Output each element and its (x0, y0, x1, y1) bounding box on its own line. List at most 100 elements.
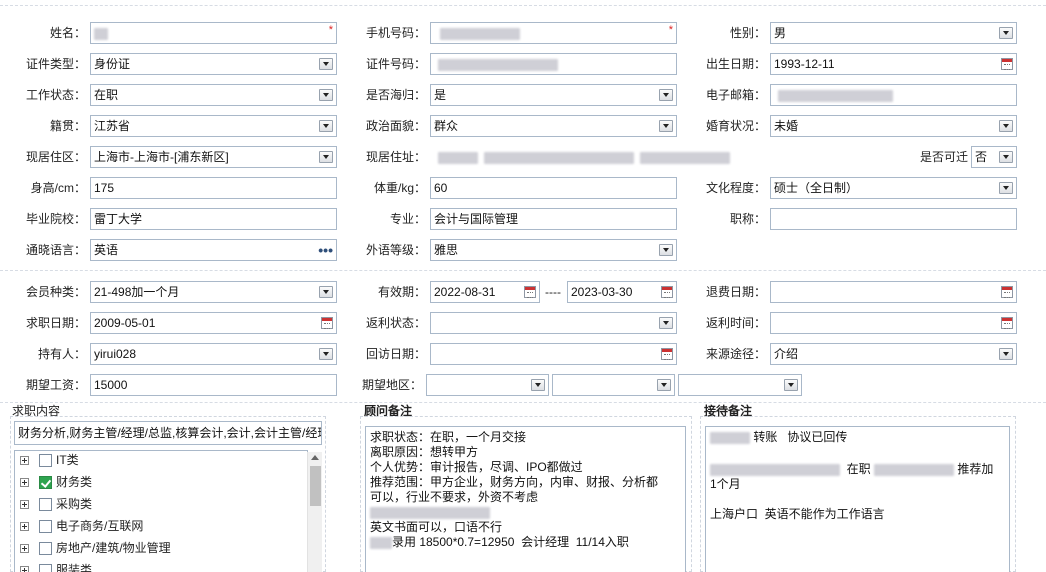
tree-item-clothing[interactable]: 服装类 (20, 561, 92, 572)
scroll-thumb[interactable] (310, 466, 321, 506)
chevron-down-icon[interactable] (999, 182, 1013, 194)
tree-item-purchase[interactable]: 采购类 (20, 495, 92, 513)
holder-label: 持有人： (37, 347, 86, 361)
reception-note-line: 转账 (753, 430, 778, 444)
chevron-down-icon[interactable] (659, 317, 673, 329)
work-status-select[interactable]: 在职 (90, 84, 337, 106)
calendar-icon[interactable] (661, 348, 673, 360)
education-select[interactable]: 硕士（全日制） (770, 177, 1017, 199)
chevron-down-icon[interactable] (319, 89, 333, 101)
scroll-up-icon[interactable] (311, 455, 319, 460)
source-select[interactable]: 介绍 (770, 343, 1017, 365)
major-field[interactable]: 会计与国际管理 (430, 208, 677, 230)
chevron-down-icon[interactable] (784, 379, 798, 391)
region-city-select[interactable] (552, 374, 675, 396)
tree-item-realestate[interactable]: 房地产/建筑/物业管理 (20, 539, 171, 557)
job-content-summary[interactable]: 财务分析,财务主管/经理/总监,核算会计,会计,会计主管/经理 (14, 421, 322, 445)
overseas-select[interactable]: 是 (430, 84, 677, 106)
height-field[interactable]: 175 (90, 177, 337, 199)
expand-icon[interactable] (20, 522, 29, 532)
chevron-down-icon[interactable] (999, 27, 1013, 39)
checkbox[interactable] (39, 520, 52, 534)
language-field[interactable]: 英语 ••• (90, 239, 337, 261)
calendar-icon[interactable] (1001, 286, 1013, 298)
valid-to-field[interactable]: 2023-03-30 (567, 281, 677, 303)
tree-item-label: 房地产/建筑/物业管理 (56, 541, 171, 555)
calendar-icon[interactable] (321, 317, 333, 329)
expand-icon[interactable] (20, 478, 29, 488)
chevron-down-icon[interactable] (999, 151, 1013, 163)
marital-select[interactable]: 未婚 (770, 115, 1017, 137)
expand-icon[interactable] (20, 566, 29, 572)
tree-item-it[interactable]: IT类 (20, 451, 79, 469)
job-date-field[interactable]: 2009-05-01 (90, 312, 337, 334)
email-field[interactable] (770, 84, 1017, 106)
work-status-value: 在职 (94, 88, 119, 102)
area-select[interactable]: 上海市-上海市-[浦东新区] (90, 146, 337, 168)
school-field[interactable]: 雷丁大学 (90, 208, 337, 230)
chevron-down-icon[interactable] (659, 244, 673, 256)
advisor-notes-textarea[interactable]: 求职状态：在职，一个月交接 离职原因：想转甲方 个人优势：审计报告，尽调、IPO都做… (365, 426, 686, 572)
calendar-icon[interactable] (1001, 58, 1013, 70)
chevron-down-icon[interactable] (531, 379, 545, 391)
tree-item-label: 财务类 (56, 475, 93, 489)
expand-icon[interactable] (20, 544, 29, 554)
callback-date-field[interactable] (430, 343, 677, 365)
language-value: 英语 (94, 243, 119, 257)
reception-notes-textarea[interactable]: 转账 协议已回传 在职 推荐加 1个月 上海户口 英语不能作为工作语言 (705, 426, 1010, 572)
name-field[interactable]: * (90, 22, 337, 44)
politics-select[interactable]: 群众 (430, 115, 677, 137)
gender-select[interactable]: 男 (770, 22, 1017, 44)
job-content-summary-text: 财务分析,财务主管/经理/总监,核算会计,会计,会计主管/经理 (18, 426, 322, 440)
tree-scrollbar[interactable] (307, 452, 322, 572)
birth-date-field[interactable]: 1993-12-11 (770, 53, 1017, 75)
address-field[interactable] (430, 146, 910, 168)
calendar-icon[interactable] (661, 286, 673, 298)
checkbox[interactable] (39, 564, 52, 572)
calendar-icon[interactable] (1001, 317, 1013, 329)
education-label: 文化程度： (705, 181, 766, 195)
relocate-select[interactable]: 否 (971, 146, 1017, 168)
salary-value: 15000 (94, 378, 128, 392)
lang-level-select[interactable]: 雅思 (430, 239, 677, 261)
title-field[interactable] (770, 208, 1017, 230)
phone-field[interactable]: * (430, 22, 677, 44)
weight-field[interactable]: 60 (430, 177, 677, 199)
rebate-time-field[interactable] (770, 312, 1017, 334)
holder-select[interactable]: yirui028 (90, 343, 337, 365)
id-type-select[interactable]: 身份证 (90, 53, 337, 75)
chevron-down-icon[interactable] (319, 286, 333, 298)
chevron-down-icon[interactable] (319, 58, 333, 70)
region-province-select[interactable] (426, 374, 549, 396)
chevron-down-icon[interactable] (999, 120, 1013, 132)
chevron-down-icon[interactable] (659, 89, 673, 101)
expand-icon[interactable] (20, 500, 29, 510)
relocate-label: 是否可迁 (919, 150, 968, 164)
tree-item-finance[interactable]: 财务类 (20, 473, 92, 491)
valid-from-field[interactable]: 2022-08-31 (430, 281, 540, 303)
chevron-down-icon[interactable] (319, 151, 333, 163)
region-district-select[interactable] (678, 374, 802, 396)
rebate-status-select[interactable] (430, 312, 677, 334)
chevron-down-icon[interactable] (319, 120, 333, 132)
redacted-line (370, 505, 681, 520)
salary-field[interactable]: 15000 (90, 374, 337, 396)
chevron-down-icon[interactable] (999, 348, 1013, 360)
more-icon[interactable]: ••• (318, 240, 333, 260)
tree-item-ecommerce[interactable]: 电子商务/互联网 (20, 517, 143, 535)
id-type-value: 身份证 (94, 57, 131, 71)
checkbox-checked[interactable] (39, 476, 52, 490)
refund-date-field[interactable] (770, 281, 1017, 303)
calendar-icon[interactable] (524, 286, 536, 298)
member-type-select[interactable]: 21-498加一个月 (90, 281, 337, 303)
checkbox[interactable] (39, 454, 52, 468)
checkbox[interactable] (39, 498, 52, 512)
checkbox[interactable] (39, 542, 52, 556)
origin-select[interactable]: 江苏省 (90, 115, 337, 137)
expand-icon[interactable] (20, 456, 29, 466)
id-no-field[interactable] (430, 53, 677, 75)
chevron-down-icon[interactable] (659, 120, 673, 132)
chevron-down-icon[interactable] (319, 348, 333, 360)
chevron-down-icon[interactable] (657, 379, 671, 391)
